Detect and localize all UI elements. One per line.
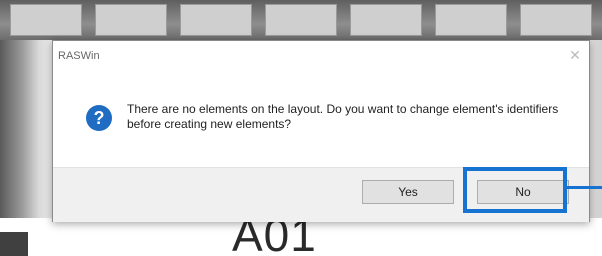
dialog-message: There are no elements on the layout. Do … [127,102,559,131]
background-panel [350,4,422,36]
close-icon[interactable]: ✕ [567,47,583,63]
background-panel [265,4,337,36]
background-panel [180,4,252,36]
callout-line [566,186,602,189]
dialog-titlebar: RASWin ✕ [53,41,589,71]
question-icon: ? [86,105,112,131]
dialog-content: ? There are no elements on the layout. D… [53,71,589,167]
background-panel [10,4,82,36]
background-panel [520,4,592,36]
dialog-title: RASWin [58,50,100,62]
background-panel [435,4,507,36]
background-panel [95,4,167,36]
background-dark-piece [0,232,28,256]
yes-button[interactable]: Yes [362,180,454,204]
highlight-box [463,167,567,213]
